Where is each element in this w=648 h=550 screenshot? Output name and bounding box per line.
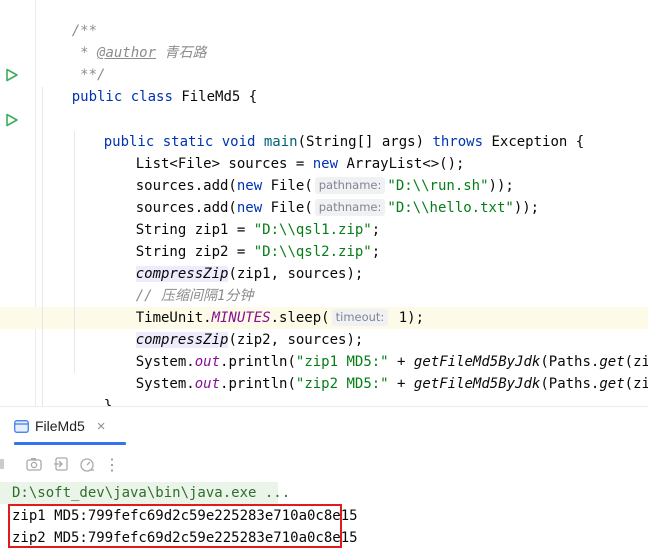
restore-layout-icon[interactable] <box>52 455 70 473</box>
gutter-divider <box>35 0 36 406</box>
active-tab-indicator <box>14 442 126 445</box>
code-line: List<File> sources = new ArrayList<>(); <box>102 131 465 172</box>
code-text: 1); <box>390 310 425 326</box>
brace: { <box>240 89 258 105</box>
code-line: sources.add(new File(pathname: "D:\\run.s… <box>102 153 514 194</box>
code-line: sources.add(new File(pathname: "D:\\hello… <box>102 175 539 216</box>
code-line: // 压缩间隔1分钟 <box>102 263 254 304</box>
code-text: Exception { <box>483 134 585 150</box>
comment-text: 青石路 <box>156 45 207 61</box>
string-literal: "D:\\hello.txt" <box>387 200 514 216</box>
code-text: System. <box>135 376 195 392</box>
run-toolbar: ⋮ <box>0 449 648 479</box>
code-line: * @author 青石路 <box>38 20 206 61</box>
javadoc-tag: @author <box>97 45 157 61</box>
brace: } <box>103 398 113 406</box>
code-line: String zip1 = "D:\\qsl1.zip"; <box>102 197 380 238</box>
code-text: .println( <box>220 376 296 392</box>
code-text: ; <box>371 244 381 260</box>
code-line: TimeUnit.MINUTES.sleep(timeout: 1); <box>102 285 424 326</box>
code-line: String zip2 = "D:\\qsl2.zip"; <box>102 219 380 260</box>
keyword: class <box>122 89 182 105</box>
run-main-icon[interactable] <box>5 113 19 127</box>
code-line: compressZip(zip1, sources); <box>102 241 363 282</box>
code-line: } <box>70 373 112 406</box>
code-text: + <box>388 376 414 392</box>
tab-filemd5[interactable]: FileMd5 × <box>14 407 106 445</box>
run-class-icon[interactable] <box>5 68 19 82</box>
string-literal: "zip2 MD5:" <box>295 376 389 392</box>
settings-icon[interactable] <box>78 455 96 473</box>
tab-label: FileMd5 <box>35 418 85 434</box>
code-editor[interactable]: /** * @author 青石路 **/ public class FileM… <box>0 0 648 406</box>
run-tab-bar: FileMd5 × <box>0 407 648 445</box>
java-command-line[interactable]: D:\soft_dev\java\bin\java.exe ... <box>12 482 290 504</box>
code-line: compressZip(zip2, sources); <box>102 307 363 348</box>
camera-icon[interactable] <box>25 455 43 473</box>
indent-guide <box>42 87 43 406</box>
code-text: (Paths. <box>540 376 600 392</box>
console-tab-icon <box>14 419 29 433</box>
stop-icon[interactable] <box>0 455 8 473</box>
code-text: )); <box>513 200 540 216</box>
code-line: System.out.println("zip1 MD5:" + getFile… <box>102 329 648 370</box>
method-declaration: public static void main(String[] args) t… <box>70 109 584 150</box>
code-line: **/ <box>38 42 105 83</box>
method-call: getFileMd5ByJdk <box>413 376 541 392</box>
highlight-box <box>8 504 342 548</box>
code-line: /** <box>38 0 97 39</box>
static-field: out <box>194 376 221 392</box>
close-tab-icon[interactable]: × <box>97 418 106 435</box>
code-text: (zip2))); <box>624 376 648 392</box>
method-call: get <box>599 376 625 392</box>
class-declaration: public class FileMd5 { <box>38 64 257 105</box>
class-name: FileMd5 <box>181 89 241 105</box>
more-icon[interactable]: ⋮ <box>103 455 121 474</box>
code-line: System.out.println("zip2 MD5:" + getFile… <box>102 351 648 392</box>
keyword: public <box>71 89 123 105</box>
